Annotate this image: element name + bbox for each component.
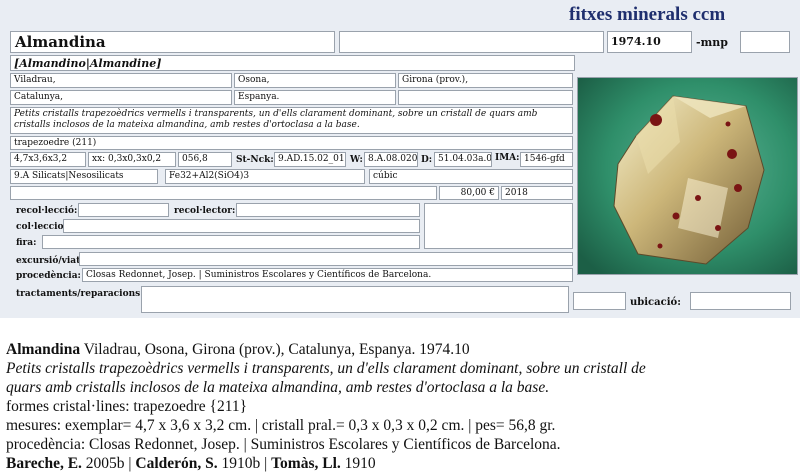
ubicacio-field[interactable]: [690, 292, 791, 310]
specimen-photo[interactable]: [577, 77, 798, 275]
recollector-label: recol·lector:: [174, 206, 236, 216]
locality-field-3[interactable]: Girona (prov.),: [398, 73, 573, 88]
summary-references: Bareche, E. 2005b | Calderón, S. 1910b |…: [6, 454, 796, 473]
system-field[interactable]: cúbic: [369, 169, 573, 184]
summary-text: Almandina Viladrau, Osona, Girona (prov.…: [6, 340, 796, 473]
description-field[interactable]: Petits cristalls trapezoèdrics vermells …: [10, 107, 573, 134]
procedencia-field[interactable]: Closas Redonnet, Josep. | Suministros Es…: [82, 268, 573, 282]
notes-box[interactable]: [424, 203, 573, 249]
locality-field-4[interactable]: Catalunya,: [10, 90, 232, 105]
locality-field-1[interactable]: Viladrau,: [10, 73, 232, 88]
ref1-year: 2005b |: [81, 455, 136, 472]
suffix-label: -mnp: [696, 36, 728, 49]
crystal-size-field[interactable]: xx: 0,3x0,3x0,2: [88, 152, 176, 167]
locality-field-2[interactable]: Osona,: [234, 73, 396, 88]
code-field[interactable]: 1974.10: [607, 31, 692, 53]
ubicacio-label: ubicació:: [630, 297, 681, 308]
ref2-author: Calderón, S.: [135, 455, 218, 472]
tractaments-label: tractaments/reparacions: [16, 289, 141, 299]
suffix-field[interactable]: [740, 31, 790, 53]
blank-field[interactable]: [339, 31, 604, 53]
recollection-field[interactable]: [78, 203, 169, 217]
forms-field[interactable]: trapezoedre (211): [10, 136, 573, 150]
ubicacio-prefix-field[interactable]: [573, 292, 626, 310]
procedencia-label: procedència:: [16, 271, 81, 281]
excursio-field[interactable]: [79, 252, 573, 266]
ref2-year: 1910b |: [217, 455, 272, 472]
formula-field[interactable]: Fe32+Al2(SiO4)3: [165, 169, 365, 184]
fira-label: fira:: [16, 238, 37, 248]
blank-wide-field[interactable]: [10, 186, 437, 200]
stnck-label: St-Nck:: [236, 155, 274, 165]
summary-mesures: mesures: exemplar= 4,7 x 3,6 x 3,2 cm. |…: [6, 417, 556, 434]
mineral-record-card: fitxes minerals ccm Almandina 1974.10 -m…: [0, 0, 800, 318]
size-field[interactable]: 4,7x3,6x3,2: [10, 152, 86, 167]
w-field[interactable]: 8.A.08.020: [364, 152, 418, 167]
summary-procedencia: procedència: Closas Redonnet, Josep. | S…: [6, 436, 561, 453]
weight-field[interactable]: 056,8: [178, 152, 232, 167]
year-field[interactable]: 2018: [501, 186, 573, 200]
tractaments-field[interactable]: [141, 286, 569, 313]
ref1-author: Bareche, E.: [6, 455, 82, 472]
summary-locality: Viladrau, Osona, Girona (prov.), Catalun…: [80, 341, 470, 358]
summary-description-1: Petits cristalls trapezoèdrics vermells …: [6, 360, 646, 377]
ima-field[interactable]: 1546-gfd: [520, 152, 573, 167]
recollector-field[interactable]: [236, 203, 420, 217]
summary-description-2: quars amb cristalls inclosos de la matei…: [6, 379, 550, 396]
summary-forms: formes cristal·lines: trapezoedre {211}: [6, 398, 248, 415]
price-field[interactable]: 80,00 €: [439, 186, 499, 200]
collection-label: col·leccio:: [16, 222, 67, 232]
d-field[interactable]: 51.04.03a.02: [434, 152, 492, 167]
w-label: W:: [350, 155, 363, 165]
ima-label: IMA:: [495, 153, 520, 163]
summary-name: Almandina: [6, 341, 81, 358]
summary-line-1: Almandina Viladrau, Osona, Girona (prov.…: [6, 340, 796, 359]
fira-field[interactable]: [42, 235, 420, 249]
synonyms-field[interactable]: [Almandino|Almandine]: [10, 55, 575, 71]
locality-field-5[interactable]: Espanya.: [234, 90, 396, 105]
ref3-author: Tomàs, Ll.: [271, 455, 341, 472]
collection-field[interactable]: [63, 219, 420, 233]
locality-field-6[interactable]: [398, 90, 573, 105]
ref3-year: 1910: [340, 455, 376, 472]
class-field[interactable]: 9.A Silicats|Nesosilicats: [10, 169, 158, 184]
recollection-label: recol·lecció:: [16, 206, 78, 216]
brand-title: fitxes minerals ccm: [569, 4, 726, 25]
name-field[interactable]: Almandina: [10, 31, 335, 53]
d-label: D:: [421, 155, 433, 165]
stnck-field[interactable]: 9.AD.15.02_01: [274, 152, 346, 167]
